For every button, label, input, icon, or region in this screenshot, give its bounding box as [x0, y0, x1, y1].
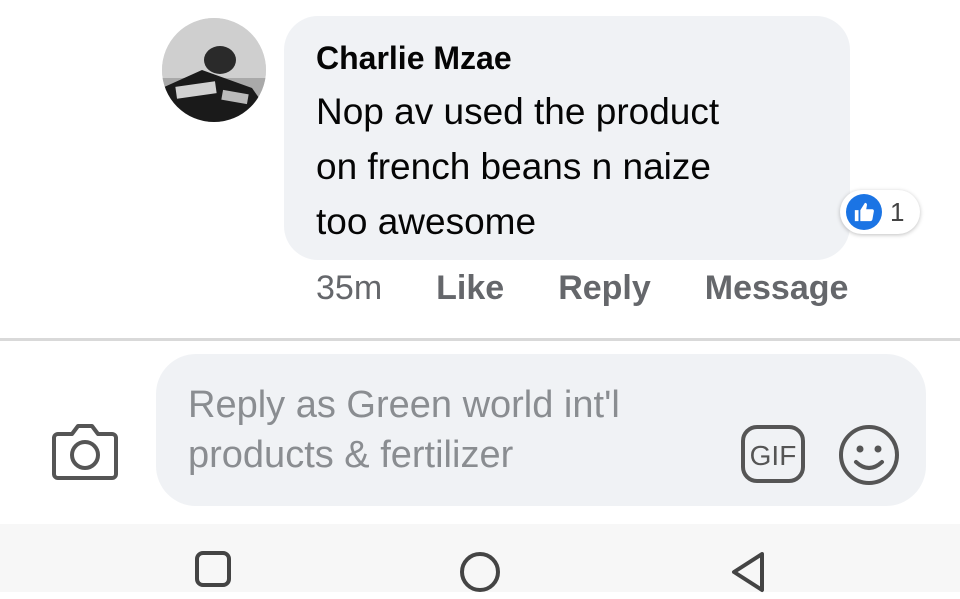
reply-input-placeholder: Reply as Green world int'l products & fe… [188, 380, 708, 480]
smiley-icon[interactable] [838, 424, 900, 486]
comment-text: Nop av used the product on french beans … [316, 84, 818, 249]
reaction-badge[interactable]: 1 [840, 190, 920, 234]
placeholder-line: products & fertilizer [188, 434, 514, 476]
like-button[interactable]: Like [436, 269, 504, 308]
comment-actions: 35m Like Reply Message [316, 266, 902, 310]
gif-icon[interactable]: GIF [740, 424, 806, 484]
comment-text-line: too awesome [316, 201, 537, 242]
comment-text-line: on french beans n naize [316, 146, 711, 187]
comment-author[interactable]: Charlie Mzae [316, 38, 818, 78]
thumbs-up-icon [846, 194, 882, 230]
comment-timestamp: 35m [316, 268, 383, 307]
avatar-photo [162, 18, 266, 122]
reply-input[interactable]: Reply as Green world int'l products & fe… [156, 354, 926, 506]
camera-icon[interactable] [52, 420, 118, 482]
message-button[interactable]: Message [705, 269, 849, 308]
comment-bubble: Charlie Mzae Nop av used the product on … [284, 16, 850, 260]
placeholder-line: Reply as Green world int'l [188, 384, 620, 426]
reaction-count: 1 [890, 196, 905, 227]
comment-text-line: Nop av used the product [316, 91, 720, 132]
reply-button[interactable]: Reply [558, 269, 651, 308]
divider [0, 338, 960, 341]
recent-apps-icon[interactable] [194, 550, 234, 595]
system-nav-bar [0, 524, 960, 592]
svg-text:GIF: GIF [750, 440, 797, 471]
avatar[interactable] [162, 18, 266, 122]
